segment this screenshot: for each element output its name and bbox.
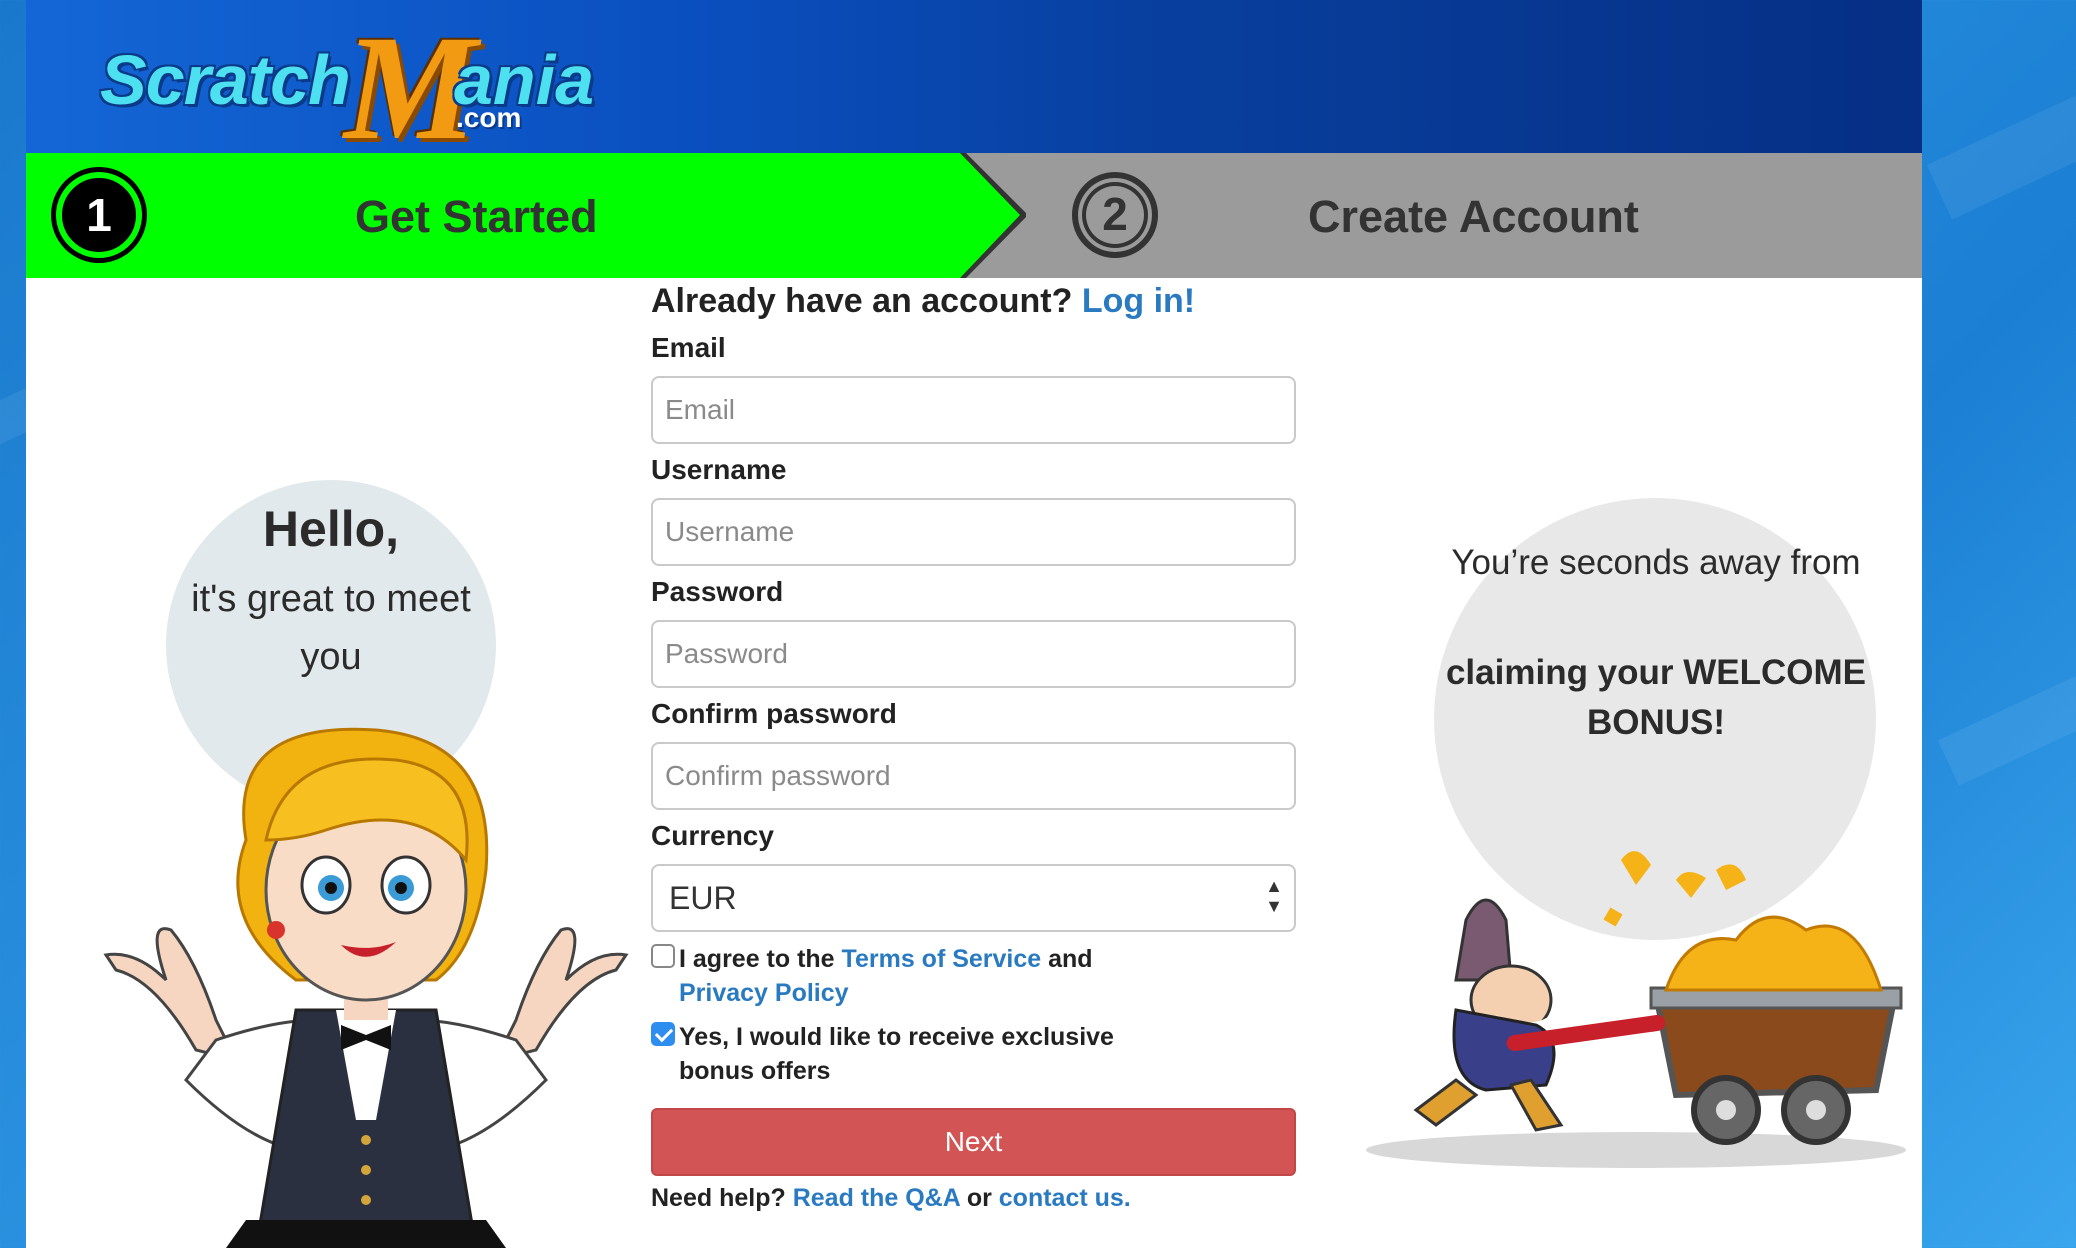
terms-text: I agree to the Terms of Service and Priv… bbox=[679, 942, 1199, 1010]
registration-page: Scratch M ania .com 1 Get Started 2 Crea… bbox=[26, 0, 1922, 1248]
terms-text-before: I agree to the bbox=[679, 945, 842, 973]
offers-checkbox[interactable] bbox=[651, 1022, 675, 1046]
qa-link[interactable]: Read the Q&A bbox=[793, 1184, 960, 1212]
username-input[interactable] bbox=[651, 498, 1296, 566]
email-label: Email bbox=[651, 332, 726, 363]
login-prompt: Already have an account? Log in! bbox=[651, 282, 1195, 321]
confirm-password-input[interactable] bbox=[651, 742, 1296, 810]
help-or-text: or bbox=[966, 1184, 992, 1212]
step-number-1: 1 bbox=[56, 172, 142, 258]
terms-checkbox[interactable] bbox=[651, 944, 675, 968]
currency-select[interactable]: EUR ▲ ▼ bbox=[651, 864, 1296, 932]
select-arrows-icon: ▲ ▼ bbox=[1264, 876, 1284, 916]
step-label-get-started: Get Started bbox=[355, 191, 598, 242]
currency-label: Currency bbox=[651, 820, 774, 851]
greeting-title: Hello, bbox=[262, 501, 400, 557]
login-link[interactable]: Log in! bbox=[1082, 282, 1195, 320]
bonus-highlight-text: claiming your WELCOME BONUS! bbox=[1445, 653, 1867, 742]
offers-text: Yes, I would like to receive exclusive b… bbox=[679, 1023, 1114, 1085]
step-get-started: 1 Get Started bbox=[26, 153, 1026, 278]
login-prompt-text: Already have an account? bbox=[651, 282, 1073, 320]
arrow-down-icon: ▼ bbox=[1265, 896, 1283, 916]
confirm-password-label: Confirm password bbox=[651, 698, 897, 729]
username-label: Username bbox=[651, 454, 787, 485]
progress-steps: 1 Get Started 2 Create Account bbox=[26, 153, 1922, 278]
help-prompt: Need help? bbox=[651, 1184, 786, 1212]
contact-link[interactable]: contact us. bbox=[999, 1184, 1131, 1212]
privacy-policy-link[interactable]: Privacy Policy bbox=[679, 979, 849, 1007]
password-label: Password bbox=[651, 576, 784, 607]
logo-domain: .com bbox=[456, 102, 522, 133]
bonus-intro-text: You’re seconds away from bbox=[1451, 543, 1861, 582]
step-number-2: 2 bbox=[1072, 172, 1158, 258]
site-header: Scratch M ania .com bbox=[26, 0, 1922, 171]
logo-scratch-text: Scratch bbox=[100, 41, 351, 119]
currency-value: EUR bbox=[669, 880, 737, 916]
site-logo[interactable]: Scratch M ania .com bbox=[76, 5, 596, 171]
step-label-create-account: Create Account bbox=[1308, 191, 1639, 242]
next-button[interactable]: Next bbox=[651, 1108, 1296, 1176]
miner-gold-cart-icon bbox=[1366, 851, 1906, 1168]
terms-of-service-link[interactable]: Terms of Service bbox=[842, 945, 1042, 973]
help-line: Need help? Read the Q&A or contact us. bbox=[651, 1184, 1131, 1213]
terms-text-and: and bbox=[1041, 945, 1093, 973]
arrow-up-icon: ▲ bbox=[1265, 876, 1283, 896]
email-input[interactable] bbox=[651, 376, 1296, 444]
greeting-subtitle: it's great to meet you bbox=[191, 578, 471, 678]
password-input[interactable] bbox=[651, 620, 1296, 688]
hostess-mascot-icon bbox=[103, 727, 629, 1248]
